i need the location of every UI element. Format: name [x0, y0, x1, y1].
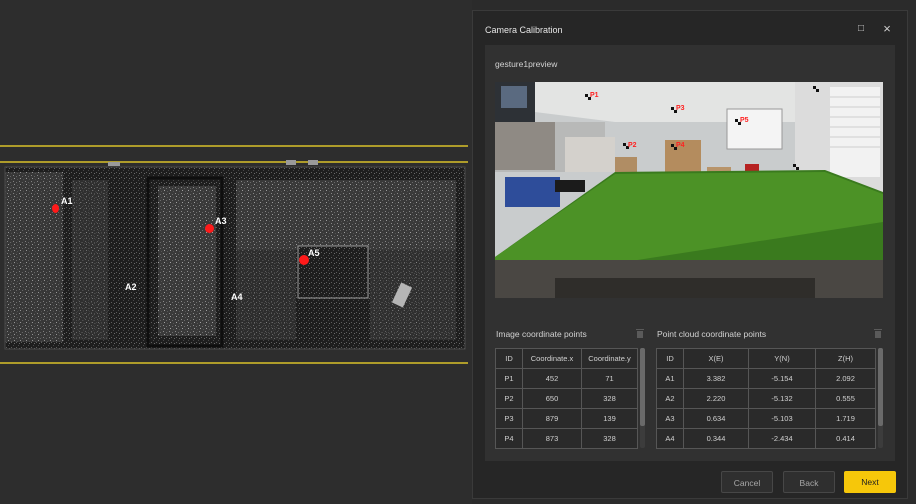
preview-image — [495, 82, 883, 298]
cloud-label-a3: A3 — [215, 216, 227, 226]
preview-label-p3: P3 — [676, 105, 685, 112]
table-cell: 3.382 — [683, 368, 749, 389]
table-cell: -2.434 — [748, 428, 816, 449]
table-cell: A1 — [656, 368, 684, 389]
cancel-button[interactable]: Cancel — [721, 471, 773, 493]
table-cell: 0.634 — [683, 408, 749, 429]
table-row[interactable]: A3 0.634 -5.103 1.719 — [656, 408, 876, 429]
table-row[interactable]: P3 879 139 — [495, 408, 638, 429]
scrollbar-thumb[interactable] — [640, 348, 645, 426]
image-points-delete-icon[interactable] — [636, 329, 644, 338]
marker-a3[interactable] — [205, 224, 214, 233]
table-row[interactable]: P1 452 71 — [495, 368, 638, 389]
column-header: Coordinate.x — [522, 348, 582, 369]
next-button[interactable]: Next — [844, 471, 896, 493]
cloud-points-scrollbar[interactable] — [878, 348, 883, 448]
table-cell: P4 — [495, 428, 523, 449]
close-icon[interactable]: × — [879, 21, 895, 37]
table-row[interactable]: A4 0.344 -2.434 0.414 — [656, 428, 876, 449]
table-cell: 139 — [581, 408, 638, 429]
table-row[interactable]: P2 650 328 — [495, 388, 638, 409]
back-button[interactable]: Back — [783, 471, 835, 493]
column-header: Z(H) — [815, 348, 876, 369]
table-cell: -5.132 — [748, 388, 816, 409]
preview-label-p1: P1 — [590, 92, 599, 99]
table-cell: A4 — [656, 428, 684, 449]
table-cell: 2.220 — [683, 388, 749, 409]
preview-title: gesture1preview — [495, 59, 558, 69]
dialog-title: Camera Calibration — [485, 25, 563, 35]
cloud-label-a5: A5 — [308, 248, 320, 258]
table-cell: 879 — [522, 408, 582, 429]
table-cell: P1 — [495, 368, 523, 389]
camera-preview[interactable]: P1 P2 P3 P4 P5 — [495, 82, 883, 298]
table-cell: -5.154 — [748, 368, 816, 389]
table-cell: 0.344 — [683, 428, 749, 449]
marker-a1[interactable] — [52, 204, 59, 213]
table-cell: A2 — [656, 388, 684, 409]
point-cloud-canvas — [0, 145, 468, 364]
camera-calibration-dialog: Camera Calibration □ × gesture1preview P… — [472, 10, 908, 499]
table-cell: 873 — [522, 428, 582, 449]
preview-label-p4: P4 — [676, 142, 685, 149]
cloud-points-header-row: ID X(E) Y(N) Z(H) — [656, 348, 876, 369]
table-cell: P2 — [495, 388, 523, 409]
cloud-label-a1: A1 — [61, 196, 73, 206]
cloud-label-a2: A2 — [125, 282, 137, 292]
cloud-points-delete-icon[interactable] — [874, 329, 882, 338]
table-cell: 328 — [581, 428, 638, 449]
table-cell: 328 — [581, 388, 638, 409]
table-cell: 1.719 — [815, 408, 876, 429]
table-cell: 0.414 — [815, 428, 876, 449]
dialog-body: gesture1preview P1 P2 P3 P4 P5 Image coo… — [485, 45, 895, 461]
maximize-icon[interactable]: □ — [853, 21, 869, 37]
image-points-table: ID Coordinate.x Coordinate.y P1 452 71 P… — [495, 348, 638, 449]
table-cell: 71 — [581, 368, 638, 389]
cloud-points-table: ID X(E) Y(N) Z(H) A1 3.382 -5.154 2.092 … — [656, 348, 876, 449]
column-header: ID — [656, 348, 684, 369]
table-cell: 452 — [522, 368, 582, 389]
table-row[interactable]: A2 2.220 -5.132 0.555 — [656, 388, 876, 409]
table-row[interactable]: P4 873 328 — [495, 428, 638, 449]
column-header: X(E) — [683, 348, 749, 369]
preview-label-p2: P2 — [628, 142, 637, 149]
column-header: Y(N) — [748, 348, 816, 369]
table-cell: 650 — [522, 388, 582, 409]
table-cell: P3 — [495, 408, 523, 429]
table-cell: -5.103 — [748, 408, 816, 429]
image-points-header-row: ID Coordinate.x Coordinate.y — [495, 348, 638, 369]
cloud-points-title: Point cloud coordinate points — [657, 329, 767, 339]
image-points-title: Image coordinate points — [496, 329, 587, 339]
table-cell: 2.092 — [815, 368, 876, 389]
column-header: Coordinate.y — [581, 348, 638, 369]
point-cloud-viewport[interactable]: A1 A2 A3 A4 A5 — [0, 0, 472, 504]
preview-label-p5: P5 — [740, 117, 749, 124]
cloud-label-a4: A4 — [231, 292, 243, 302]
column-header: ID — [495, 348, 523, 369]
table-cell: 0.555 — [815, 388, 876, 409]
image-points-scrollbar[interactable] — [640, 348, 645, 448]
table-row[interactable]: A1 3.382 -5.154 2.092 — [656, 368, 876, 389]
scrollbar-thumb[interactable] — [878, 348, 883, 426]
table-cell: A3 — [656, 408, 684, 429]
